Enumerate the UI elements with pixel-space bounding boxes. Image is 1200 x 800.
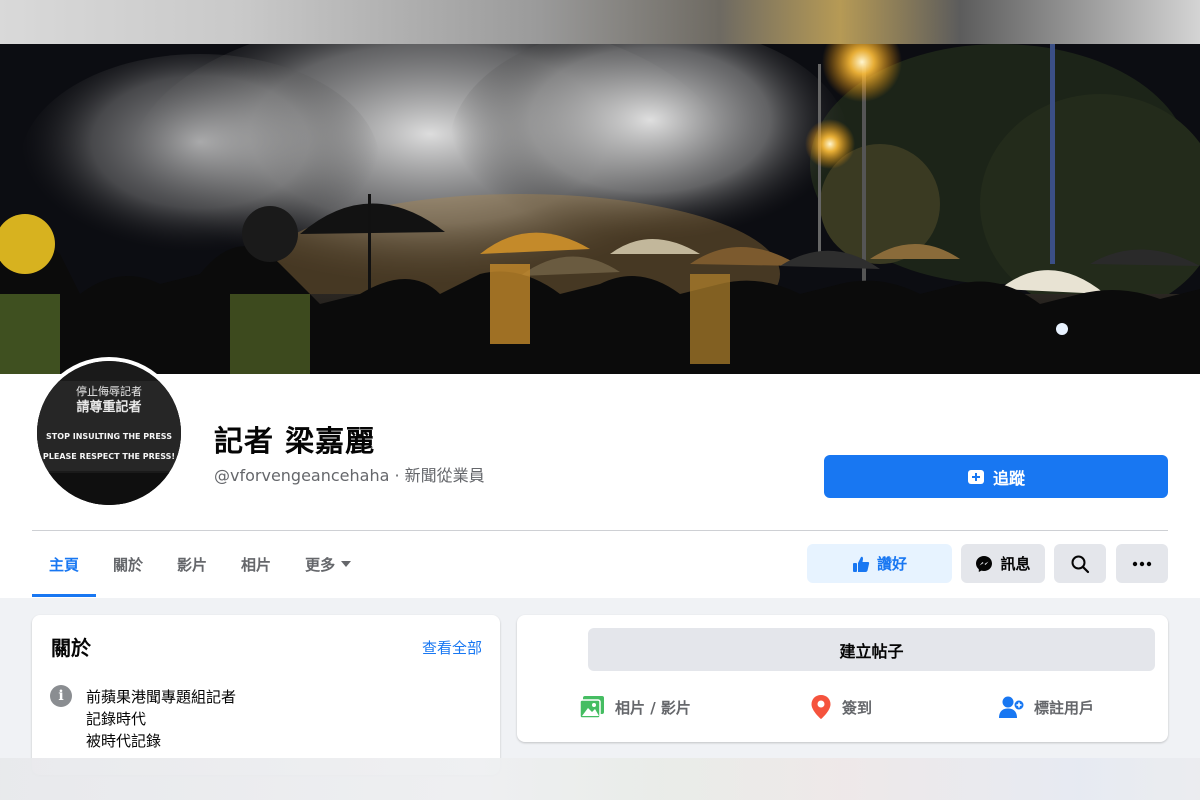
follow-icon: [967, 468, 985, 486]
more-options-button[interactable]: [1116, 544, 1168, 583]
tab-about[interactable]: 關於: [96, 531, 160, 597]
see-all-link[interactable]: 查看全部: [422, 637, 482, 658]
avatar-banner-line3: STOP INSULTING THE PRESS: [46, 432, 172, 441]
create-post-button[interactable]: 建立帖子: [588, 628, 1155, 671]
tab-videos-label: 影片: [177, 555, 208, 574]
message-button[interactable]: 訊息: [961, 544, 1045, 583]
photo-icon: [579, 696, 604, 719]
thumbs-up-icon: [852, 556, 870, 572]
cover-photo[interactable]: [0, 44, 1200, 374]
tab-more[interactable]: 更多: [288, 531, 368, 597]
messenger-icon: [976, 555, 993, 572]
avatar-banner-line4: PLEASE RESPECT THE PRESS!: [43, 452, 175, 461]
top-blur-band: [0, 0, 1200, 44]
message-button-label: 訊息: [1000, 555, 1031, 573]
avatar-banner-line2: 請尊重記者: [76, 399, 141, 415]
follow-button-label: 追蹤: [992, 468, 1025, 488]
like-button-label: 讚好: [876, 555, 907, 573]
profile-tabs: 主頁 關於 影片 相片 更多: [32, 531, 368, 597]
about-card-title: 關於: [51, 636, 91, 660]
search-icon: [1071, 555, 1090, 573]
cover-photo-illustration: [0, 44, 1200, 374]
bio-line: 記錄時代: [86, 710, 147, 728]
photo-video-button[interactable]: 相片 / 影片: [579, 691, 691, 723]
tab-photos-label: 相片: [241, 555, 272, 574]
profile-avatar[interactable]: 停止侮辱記者 請尊重記者 STOP INSULTING THE PRESS PL…: [33, 357, 185, 509]
tab-home-label: 主頁: [49, 555, 80, 574]
tab-about-label: 關於: [113, 555, 144, 574]
avatar-banner-line1: 停止侮辱記者: [76, 384, 142, 398]
tag-people-button[interactable]: 標註用戶: [998, 691, 1094, 723]
tag-people-icon: [999, 696, 1024, 718]
info-icon: i: [50, 685, 72, 707]
check-in-label: 簽到: [842, 698, 873, 717]
create-post-card: 建立帖子 相片 / 影片 簽到 標註用戶: [517, 615, 1168, 742]
bio-line: 前蘋果港聞專題組記者: [86, 688, 237, 706]
check-in-button[interactable]: 簽到: [810, 691, 872, 723]
location-pin-icon: [811, 695, 831, 719]
about-bio: 前蘋果港聞專題組記者 記錄時代 被時代記錄: [86, 686, 236, 752]
tab-home[interactable]: 主頁: [32, 531, 97, 597]
search-button[interactable]: [1054, 544, 1106, 583]
follow-button[interactable]: 追蹤: [824, 455, 1168, 498]
photo-video-label: 相片 / 影片: [615, 698, 691, 717]
about-card: 關於 查看全部 i 前蘋果港聞專題組記者 記錄時代 被時代記錄: [32, 615, 500, 775]
avatar-image: 停止侮辱記者 請尊重記者 STOP INSULTING THE PRESS PL…: [37, 361, 181, 505]
tag-people-label: 標註用戶: [1034, 698, 1095, 717]
profile-handle-category: @vforvengeancehaha · 新聞從業員: [214, 466, 485, 485]
like-button[interactable]: 讚好: [807, 544, 952, 583]
bottom-blur-band: [0, 758, 1200, 800]
tab-photos[interactable]: 相片: [224, 531, 288, 597]
page-title: 記者 梁嘉麗: [214, 424, 376, 458]
caret-down-icon: [341, 561, 352, 567]
tab-more-label: 更多: [305, 555, 336, 574]
tab-videos[interactable]: 影片: [160, 531, 224, 597]
more-icon: [1132, 561, 1152, 566]
bio-line: 被時代記錄: [86, 732, 162, 750]
